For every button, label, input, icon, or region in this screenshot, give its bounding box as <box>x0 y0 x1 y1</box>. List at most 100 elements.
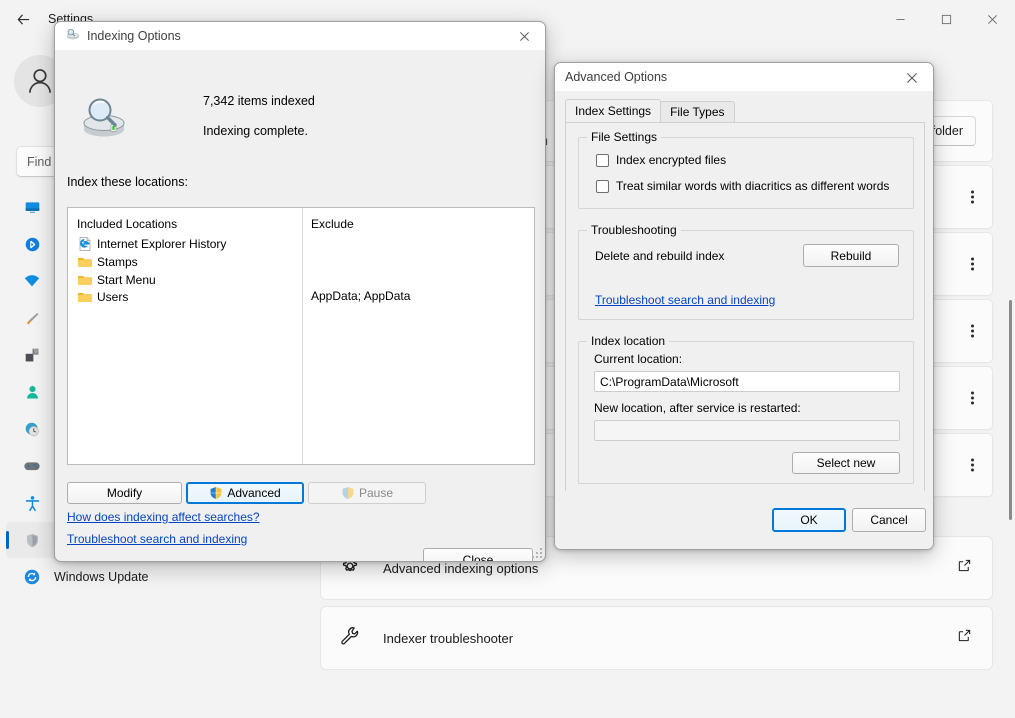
close-icon <box>987 14 998 25</box>
indexing-options-body: 7,342 items indexed Indexing complete. I… <box>55 51 545 561</box>
troubleshoot-search-link[interactable]: Troubleshoot search and indexing <box>595 293 775 307</box>
index-location-legend: Index location <box>587 334 669 348</box>
new-location-field[interactable] <box>594 420 900 441</box>
checkbox-label: Index encrypted files <box>616 153 726 167</box>
indexing-disk-icon <box>65 27 80 45</box>
ok-button[interactable]: OK <box>772 508 846 532</box>
troubleshoot-search-link[interactable]: Troubleshoot search and indexing <box>67 532 247 546</box>
close-advanced-options-button[interactable] <box>891 63 933 92</box>
close-button-label: Close <box>463 553 494 563</box>
indexing-status-text: Indexing complete. <box>203 124 308 138</box>
display-icon <box>18 199 46 216</box>
table-row[interactable]: Start Menu <box>77 272 156 288</box>
more-options-icon[interactable] <box>971 392 974 405</box>
apps-icon <box>18 347 46 364</box>
close-window-button[interactable] <box>969 0 1015 38</box>
wifi-icon <box>18 272 46 290</box>
current-location-field[interactable]: C:\ProgramData\Microsoft <box>594 371 900 392</box>
back-button[interactable] <box>6 4 40 34</box>
tab-file-types[interactable]: File Types <box>660 101 734 122</box>
advanced-options-tabs: Index Settings File Types <box>565 101 734 122</box>
diacritics-checkbox[interactable]: Treat similar words with diacritics as d… <box>596 179 889 193</box>
clock-icon <box>18 421 46 438</box>
items-indexed-status: 7,342 items indexed <box>203 94 315 108</box>
disk-search-icon <box>78 91 130 146</box>
close-icon <box>519 31 530 42</box>
checkbox-box <box>596 180 609 193</box>
location-name: Internet Explorer History <box>97 237 226 251</box>
pause-button-label: Pause <box>359 486 393 500</box>
more-options-icon[interactable] <box>971 459 974 472</box>
sidebar-item-label: Windows Update <box>54 570 149 584</box>
scrollbar-thumb[interactable] <box>1009 300 1012 520</box>
advanced-button-label: Advanced <box>227 486 280 500</box>
advanced-button[interactable]: Advanced <box>186 482 304 504</box>
open-external-icon <box>957 628 972 648</box>
advanced-options-dialog: Advanced Options Index Settings File Typ… <box>554 62 934 550</box>
folder-icon <box>77 254 93 270</box>
checkbox-label: Treat similar words with diacritics as d… <box>616 179 889 193</box>
advanced-options-title: Advanced Options <box>565 70 667 84</box>
paintbrush-icon <box>18 310 46 327</box>
location-name: Stamps <box>97 255 138 269</box>
minimize-button[interactable] <box>877 0 923 38</box>
more-options-icon[interactable] <box>971 258 974 271</box>
more-options-icon[interactable] <box>971 191 974 204</box>
internet-explorer-icon <box>77 236 93 252</box>
file-settings-group: File Settings Index encrypted files Trea… <box>578 137 914 209</box>
column-header-exclude: Exclude <box>311 217 354 231</box>
current-location-label: Current location: <box>594 352 682 366</box>
maximize-icon <box>941 14 952 25</box>
account-icon <box>18 384 46 401</box>
close-indexing-options-button[interactable] <box>503 22 545 51</box>
cancel-button[interactable]: Cancel <box>852 508 926 532</box>
index-location-group: Index location Current location: C:\Prog… <box>578 341 914 484</box>
how-does-indexing-link[interactable]: How does indexing affect searches? <box>67 510 260 524</box>
maximize-button[interactable] <box>923 0 969 38</box>
open-external-icon <box>957 558 972 578</box>
table-row[interactable]: Users <box>77 289 128 305</box>
current-location-value: C:\ProgramData\Microsoft <box>600 375 739 389</box>
index-locations-label: Index these locations: <box>67 175 188 189</box>
folder-icon <box>77 289 93 305</box>
modify-button[interactable]: Modify <box>67 482 182 504</box>
rebuild-button[interactable]: Rebuild <box>803 244 899 267</box>
table-row[interactable]: Internet Explorer History <box>77 236 226 252</box>
indexing-options-dialog: Indexing Options 7,342 items indexed Ind… <box>54 21 546 562</box>
tab-label: Index Settings <box>575 104 651 118</box>
minimize-icon <box>895 14 906 25</box>
index-encrypted-files-checkbox[interactable]: Index encrypted files <box>596 153 726 167</box>
folder-icon <box>77 272 93 288</box>
person-icon <box>23 64 57 98</box>
table-row[interactable]: Stamps <box>77 254 138 270</box>
pause-button: Pause <box>308 482 426 504</box>
select-new-button-label: Select new <box>817 456 876 470</box>
select-new-button[interactable]: Select new <box>792 452 900 474</box>
index-settings-panel: File Settings Index encrypted files Trea… <box>565 122 925 509</box>
uac-shield-icon <box>209 486 223 500</box>
advanced-options-titlebar[interactable]: Advanced Options <box>555 63 933 92</box>
tab-index-settings[interactable]: Index Settings <box>565 99 661 122</box>
exclude-value: AppData; AppData <box>311 289 410 303</box>
indexing-options-titlebar[interactable]: Indexing Options <box>55 22 545 51</box>
gamepad-icon <box>18 457 46 475</box>
resize-grip[interactable] <box>530 546 542 558</box>
delete-rebuild-label: Delete and rebuild index <box>595 249 724 263</box>
checkbox-box <box>596 154 609 167</box>
related-item-label: Advanced indexing options <box>383 561 538 576</box>
more-options-icon[interactable] <box>971 325 974 338</box>
tab-label: File Types <box>670 105 724 119</box>
troubleshooting-legend: Troubleshooting <box>587 223 681 237</box>
wrench-icon <box>339 625 361 652</box>
sidebar-item-windows-update[interactable]: Windows Update <box>6 559 282 595</box>
window-controls <box>877 0 1015 38</box>
back-arrow-icon <box>16 12 31 27</box>
troubleshooting-group: Troubleshooting Delete and rebuild index… <box>578 230 914 320</box>
related-item-indexer-troubleshooter[interactable]: Indexer troubleshooter <box>320 606 993 670</box>
cancel-button-label: Cancel <box>870 513 907 527</box>
update-icon <box>18 568 46 586</box>
close-button[interactable]: Close <box>423 548 533 562</box>
index-locations-listbox[interactable]: Included Locations Exclude Internet Expl… <box>67 207 535 465</box>
advanced-options-footer: OK Cancel <box>555 491 933 549</box>
uac-shield-icon <box>341 486 355 500</box>
